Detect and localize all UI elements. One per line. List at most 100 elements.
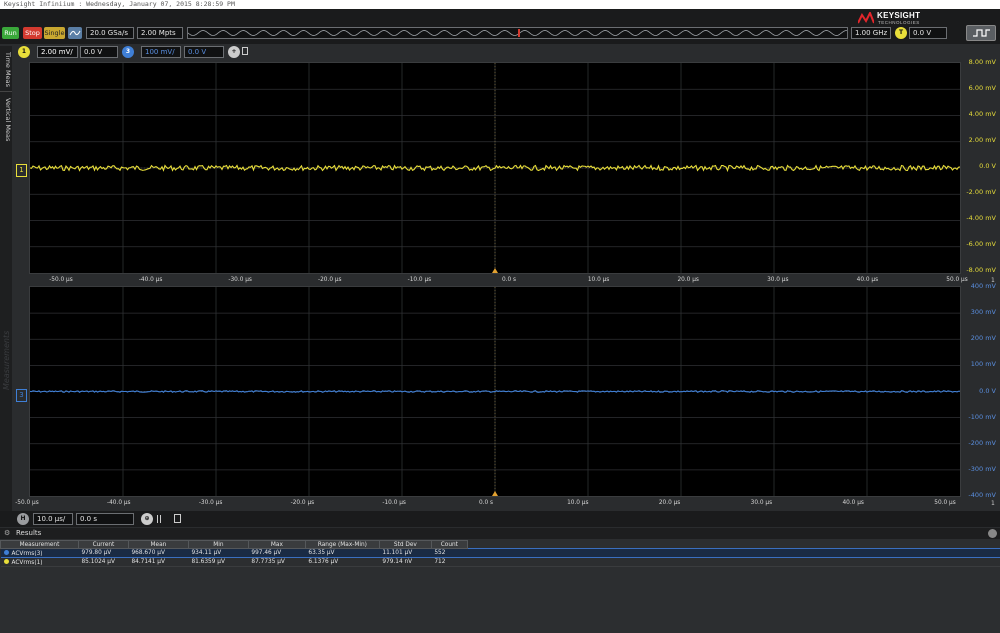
upper-x-tick-label: 30.0 µs <box>767 277 789 283</box>
ch1-y-tick-label: 8.00 mV <box>968 58 996 66</box>
table-cell: 934.11 µV <box>188 548 249 558</box>
ch1-waveform-grid[interactable] <box>29 62 961 274</box>
ch3-ground-marker[interactable]: 3 <box>16 389 27 402</box>
brand-name: KEYSIGHT <box>877 11 921 20</box>
column-header[interactable]: Measurement <box>0 540 79 549</box>
column-header[interactable]: Count <box>430 540 468 549</box>
ch1-badge[interactable]: 1 <box>18 46 30 58</box>
column-header[interactable]: Std Dev <box>378 540 432 549</box>
trigger-position-marker <box>492 491 498 496</box>
side-tab-panel: Time Meas Vertical Meas <box>0 46 12 511</box>
table-cell: 552 <box>431 548 468 558</box>
zoom-icon[interactable]: ⊕ <box>141 513 153 525</box>
ch1-y-tick-label: 4.00 mV <box>968 110 996 118</box>
results-header: ⚙ Results <box>0 528 1000 539</box>
column-header[interactable]: Max <box>247 540 306 549</box>
single-button[interactable]: Single <box>44 27 65 39</box>
ch1-y-tick-label: 2.00 mV <box>968 136 996 144</box>
lower-x-tick-label: -20.0 µs <box>290 500 315 506</box>
timebase-menu-icon[interactable] <box>174 514 181 523</box>
table-cell: 712 <box>431 557 468 567</box>
window-title: Keysight Infiniium : Wednesday, January … <box>0 0 1000 9</box>
run-button[interactable]: Run <box>2 27 19 39</box>
gear-icon[interactable]: ⚙ <box>4 528 10 539</box>
pause-icon[interactable] <box>157 515 161 523</box>
column-header[interactable]: Range (Max-Min) <box>304 540 380 549</box>
menu-button[interactable] <box>966 25 996 41</box>
ch3-offset-field[interactable]: 0.0 V <box>184 46 224 58</box>
lower-x-tick-label: -10.0 µs <box>382 500 406 506</box>
table-cell: 87.7735 µV <box>248 557 306 567</box>
table-cell: 63.35 µV <box>305 548 380 558</box>
timebase-bar: H 10.0 µs/ 0.0 s ⊕ <box>0 511 1000 527</box>
ch1-scale-field[interactable]: 2.00 mV/ <box>37 46 78 58</box>
bandwidth-field[interactable]: 1.00 GHz <box>851 27 891 39</box>
lower-x-tick-label: 0.0 s <box>478 500 494 506</box>
tab-vertical-meas[interactable]: Vertical Meas <box>0 94 12 146</box>
lower-x-tick-label: -50.0 µs <box>15 500 39 506</box>
ch1-waveform-svg <box>29 63 961 273</box>
table-cell: 968.670 µV <box>128 548 189 558</box>
upper-x-tick-label: -40.0 µs <box>138 277 163 283</box>
ch1-offset-field[interactable]: 0.0 V <box>80 46 118 58</box>
close-icon[interactable] <box>988 529 997 538</box>
channel-menu-icon[interactable] <box>242 47 248 55</box>
table-cell-filler <box>467 548 1000 558</box>
oscilloscope-app: Keysight Infiniium : Wednesday, January … <box>0 0 1000 633</box>
tab-time-meas[interactable]: Time Meas <box>0 48 12 92</box>
trigger-level-field[interactable]: 0.0 V <box>909 27 947 39</box>
results-panel: ⚙ Results Measurement Current Mean Min Max Ra… <box>0 528 1000 633</box>
results-body: ACVrms(3) 979.80 µV 968.670 µV 934.11 µV 997… <box>0 548 1000 567</box>
ch1-ground-marker[interactable]: 1 <box>16 164 27 177</box>
table-row[interactable]: ACVrms(3) 979.80 µV 968.670 µV 934.11 µV 997… <box>0 548 1000 558</box>
memory-depth-field[interactable]: 2.00 Mpts <box>137 27 183 39</box>
ch3-waveform-svg <box>29 287 961 496</box>
auto-scale-button[interactable] <box>68 27 82 39</box>
upper-x-tick-label: -30.0 µs <box>228 277 252 283</box>
lower-x-tick-label: 10.0 µs <box>567 500 589 506</box>
ch3-y-tick-label: -400 mV <box>968 491 996 499</box>
upper-x-tick-label: -10.0 µs <box>407 277 432 283</box>
table-cell: 997.46 µV <box>248 548 306 558</box>
ch3-y-tick-label: 0.0 V <box>979 386 996 395</box>
sample-rate-field[interactable]: 20.0 GSa/s <box>86 27 134 39</box>
ch1-y-tick-label: 6.00 mV <box>968 84 996 92</box>
lower-corner-label: 1 <box>991 500 995 507</box>
lower-x-tick-label: 40.0 µs <box>842 500 864 506</box>
timebase-position-field[interactable]: 0.0 s <box>76 513 134 525</box>
ch3-scale-field[interactable]: 100 mV/ <box>141 46 181 58</box>
table-cell: 6.1376 µV <box>305 557 380 567</box>
horizontal-badge[interactable]: H <box>17 513 29 525</box>
upper-x-tick-label: -50.0 µs <box>49 277 73 283</box>
stop-button[interactable]: Stop <box>23 27 42 39</box>
ch3-y-tick-label: 200 mV <box>970 334 996 343</box>
table-row[interactable]: ACVrms(1) 85.1024 µV 84.7141 µV 81.6359 µV 8… <box>0 557 1000 567</box>
brand: KEYSIGHT TECHNOLOGIES <box>858 10 938 28</box>
acquisition-overview[interactable] <box>187 27 848 39</box>
ch3-badge[interactable]: 3 <box>122 46 134 58</box>
brand-sub: TECHNOLOGIES <box>878 20 920 25</box>
ch3-waveform-grid[interactable] <box>29 286 961 497</box>
column-header[interactable]: Current <box>77 540 129 549</box>
timebase-scale-field[interactable]: 10.0 µs/ <box>33 513 73 525</box>
channel-dot-icon <box>3 549 9 555</box>
ch1-y-tick-label: -4.00 mV <box>966 214 996 222</box>
ch3-y-tick-label: -300 mV <box>968 464 996 473</box>
ch1-y-tick-label: -6.00 mV <box>966 240 996 248</box>
lower-x-tick-label: -30.0 µs <box>198 500 223 506</box>
square-wave-icon <box>973 29 990 37</box>
table-cell: 84.7141 µV <box>128 557 189 567</box>
column-header[interactable]: Min <box>187 540 249 549</box>
upper-x-tick-label: -20.0 µs <box>318 277 342 283</box>
add-channel-button[interactable]: + <box>228 46 240 58</box>
lower-x-tick-label: 30.0 µs <box>750 500 773 506</box>
ch1-y-tick-label: -2.00 mV <box>966 188 996 196</box>
table-cell: 979.14 nV <box>379 557 432 567</box>
results-header-row: Measurement Current Mean Min Max Range (Max-M… <box>0 540 1000 549</box>
table-cell: 11.101 µV <box>379 548 432 558</box>
column-header[interactable]: Mean <box>127 540 189 549</box>
trigger-badge[interactable]: T <box>895 27 907 39</box>
trigger-position-marker <box>492 268 498 273</box>
channel-controls: 1 2.00 mV/ 0.0 V 3 100 mV/ 0.0 V + <box>0 45 250 58</box>
ch1-y-tick-label: 0.0 V <box>979 162 996 170</box>
